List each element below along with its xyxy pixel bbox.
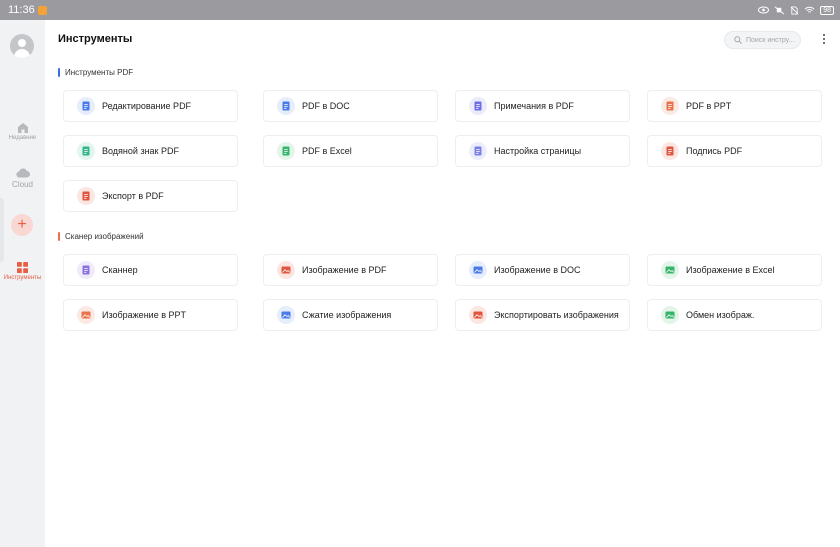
tool-card-label: Сканнер: [102, 265, 138, 275]
sidebar-item-cloud[interactable]: Cloud: [0, 168, 45, 189]
tool-card-label: Обмен изображ.: [686, 310, 755, 320]
tool-card-label: Изображение в PDF: [302, 265, 387, 275]
sidebar-item-label: Инструменты: [3, 275, 42, 281]
page-title: Инструменты: [58, 33, 133, 45]
tool-card-label: Изображение в DOC: [494, 265, 581, 275]
eye-icon: [758, 6, 770, 14]
tool-card[interactable]: Экспорт в PDF: [63, 180, 238, 212]
home-icon: [17, 123, 28, 133]
tool-card[interactable]: Изображение в DOC: [455, 254, 630, 286]
section-title-label: Инструменты PDF: [65, 68, 134, 77]
tool-card[interactable]: Экспортировать изображения: [455, 299, 630, 331]
image-to-pdf-icon: [277, 261, 295, 279]
tool-card-label: Экспорт в PDF: [102, 191, 164, 201]
sidebar-item-recent[interactable]: Недавние: [0, 122, 45, 141]
search-icon: [734, 36, 742, 44]
export-images-icon: [469, 306, 487, 324]
page-setup-icon: [469, 142, 487, 160]
cloud-icon: [15, 168, 30, 178]
tool-card-label: Экспортировать изображения: [494, 310, 619, 320]
scanner-icon: [77, 261, 95, 279]
tool-card-label: PDF в PPT: [686, 101, 732, 111]
tool-card-label: Настройка страницы: [494, 146, 582, 156]
status-icons: 98: [758, 5, 834, 15]
section-title-pdf-tools: Инструменты PDF: [58, 68, 133, 77]
mute-icon: [774, 6, 785, 14]
tool-card-label: Сжатие изображения: [302, 310, 392, 320]
section-title-label: Сканер изображений: [65, 232, 144, 241]
sidebar-item-label: Cloud: [12, 180, 33, 189]
tool-card[interactable]: PDF в Excel: [263, 135, 438, 167]
pdf-to-ppt-icon: [661, 97, 679, 115]
image-to-ppt-icon: [77, 306, 95, 324]
section-accent-bar: [58, 68, 60, 77]
export-pdf-icon: [77, 187, 95, 205]
no-sim-icon: [790, 5, 799, 15]
compress-image-icon: [277, 306, 295, 324]
tool-card[interactable]: Изображение в PDF: [263, 254, 438, 286]
pdf-to-excel-icon: [277, 142, 295, 160]
sign-pdf-icon: [661, 142, 679, 160]
avatar[interactable]: [10, 34, 34, 58]
status-bar: 11:36 98: [0, 0, 840, 20]
add-button[interactable]: +: [11, 214, 33, 236]
section-accent-bar: [58, 232, 60, 241]
tool-card[interactable]: Сканнер: [63, 254, 238, 286]
tool-card[interactable]: Изображение в PPT: [63, 299, 238, 331]
tool-card[interactable]: Подпись PDF: [647, 135, 822, 167]
tool-card[interactable]: Обмен изображ.: [647, 299, 822, 331]
tool-card-label: PDF в DOC: [302, 101, 350, 111]
status-time: 11:36: [8, 4, 35, 16]
annotate-pdf-icon: [469, 97, 487, 115]
wifi-icon: [804, 6, 815, 13]
tool-card[interactable]: Редактирование PDF: [63, 90, 238, 122]
tool-card[interactable]: Сжатие изображения: [263, 299, 438, 331]
sidebar-item-label: Недавние: [8, 135, 37, 141]
search-input[interactable]: Поиск инстру...: [724, 31, 801, 49]
pdf-to-doc-icon: [277, 97, 295, 115]
tool-card-label: Примечания в PDF: [494, 101, 574, 111]
section-title-image-scanner: Сканер изображений: [58, 232, 144, 241]
main-panel: Инструменты Поиск инстру... Инструменты …: [45, 20, 840, 547]
sidebar: Недавние Cloud + Инструменты: [0, 20, 45, 547]
tool-card[interactable]: PDF в PPT: [647, 90, 822, 122]
side-rail: [0, 198, 4, 262]
sidebar-item-tools[interactable]: Инструменты: [0, 257, 45, 287]
share-images-icon: [661, 306, 679, 324]
tools-grid-icon: [17, 262, 28, 273]
tool-card-label: Изображение в Excel: [686, 265, 775, 275]
image-to-doc-icon: [469, 261, 487, 279]
more-options-icon[interactable]: [819, 33, 829, 47]
battery-indicator: 98: [820, 5, 834, 15]
tool-card[interactable]: Изображение в Excel: [647, 254, 822, 286]
tool-card[interactable]: PDF в DOC: [263, 90, 438, 122]
watermark-pdf-icon: [77, 142, 95, 160]
search-placeholder: Поиск инстру...: [746, 36, 795, 44]
tool-card[interactable]: Водяной знак PDF: [63, 135, 238, 167]
tool-card-label: Изображение в PPT: [102, 310, 186, 320]
notification-app-icon: [37, 5, 47, 15]
edit-pdf-icon: [77, 97, 95, 115]
tool-card-label: Редактирование PDF: [102, 101, 192, 111]
tool-card-label: Водяной знак PDF: [102, 146, 179, 156]
tool-card-label: PDF в Excel: [302, 146, 352, 156]
tool-card[interactable]: Примечания в PDF: [455, 90, 630, 122]
tool-card-label: Подпись PDF: [686, 146, 743, 156]
tool-card[interactable]: Настройка страницы: [455, 135, 630, 167]
image-to-excel-icon: [661, 261, 679, 279]
